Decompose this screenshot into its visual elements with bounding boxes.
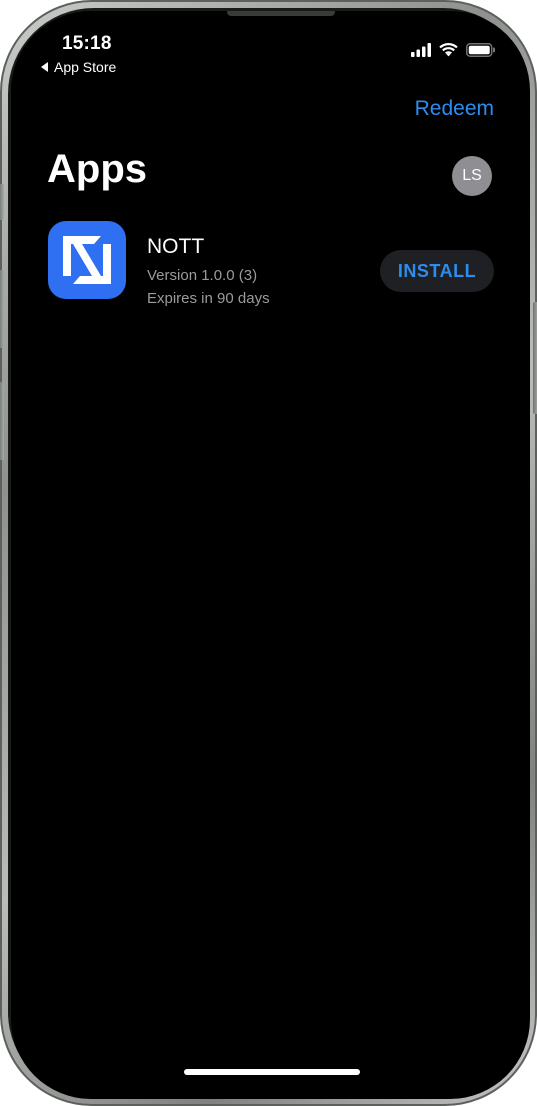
home-indicator[interactable] bbox=[184, 1069, 360, 1075]
wifi-icon bbox=[439, 43, 458, 57]
install-button[interactable]: INSTALL bbox=[380, 250, 494, 292]
screen: 15:18 App Store Redeem Apps LS NOTT Vers… bbox=[11, 11, 530, 1099]
battery-icon bbox=[466, 43, 495, 57]
back-link-label: App Store bbox=[54, 59, 117, 75]
cellular-signal-icon bbox=[411, 43, 431, 57]
dynamic-island-edge bbox=[227, 11, 335, 16]
account-avatar[interactable]: LS bbox=[452, 156, 492, 196]
power-button bbox=[533, 302, 537, 414]
phone-frame: 15:18 App Store Redeem Apps LS NOTT Vers… bbox=[0, 0, 537, 1106]
app-list-item[interactable]: NOTT Version 1.0.0 (3) Expires in 90 day… bbox=[48, 221, 498, 307]
volume-up-button bbox=[0, 270, 4, 348]
app-expiry: Expires in 90 days bbox=[147, 290, 270, 307]
nott-logo-icon bbox=[63, 236, 111, 284]
back-to-app-store-link[interactable]: App Store bbox=[41, 59, 116, 75]
back-triangle-icon bbox=[41, 62, 48, 72]
redeem-button[interactable]: Redeem bbox=[415, 97, 494, 121]
page-title: Apps bbox=[47, 147, 147, 191]
volume-down-button bbox=[0, 382, 4, 460]
avatar-initials: LS bbox=[462, 167, 482, 184]
status-time: 15:18 bbox=[62, 33, 112, 54]
app-version: Version 1.0.0 (3) bbox=[147, 267, 258, 284]
action-button bbox=[0, 184, 4, 220]
status-icons bbox=[411, 43, 496, 57]
app-icon bbox=[48, 221, 126, 299]
app-name: NOTT bbox=[147, 235, 205, 258]
